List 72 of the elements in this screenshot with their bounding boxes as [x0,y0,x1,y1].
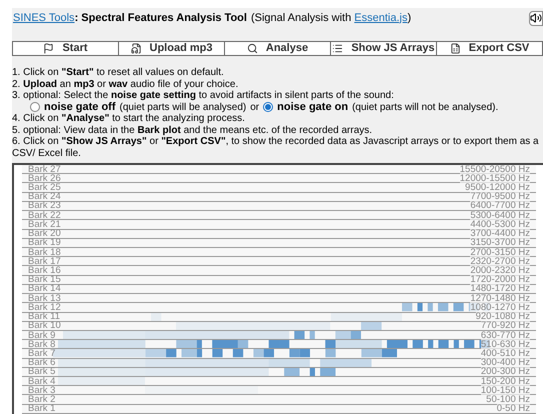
instruction-line: 6. Click on "Show JS Arrays" or "Export CSV", to show the recorded data as Javascript arrays or to export them as a CSV/ Excel file. [12,136,540,159]
bark-label: Bark 23 [28,201,61,210]
toolbar-button[interactable]: Export CSV [436,41,543,56]
bark-label: Bark 21 [28,220,61,229]
toolbar-button[interactable]: Show JS Arrays [330,41,437,56]
bark-label: Bark 18 [28,248,61,257]
frequency-range: 3700-4400 Hz [470,229,530,238]
sound-button[interactable] [529,10,543,26]
bark-label: Bark 4 [28,376,56,386]
frequency-range: 300-400 Hz [480,358,530,368]
bark-label: Bark 16 [28,266,61,276]
bark-label: Bark 8 [28,340,56,349]
bark-label: Bark 17 [28,256,61,266]
radio-label: noise gate on [277,102,348,113]
subtitle: (Signal Analysis with [250,10,352,26]
radio-button[interactable] [263,102,274,112]
upload-icon [130,43,142,54]
instruction-line: 5. optional: View data in the Bark plot and the means etc. of the recorded arrays. [12,124,374,136]
frequency-range: 15500-20500 Hz [460,164,530,174]
joiner-text: or [250,102,260,113]
bark-label: Bark 1 [28,404,56,414]
instruction-line: 3. optional: Select the noise gate setting to avoid artifacts in silent parts of the sound: [12,90,395,102]
csv-icon [450,43,461,54]
toolbar-button[interactable]: Upload mp3 [118,41,225,56]
radio-label: noise gate off [44,102,116,113]
radio-button[interactable] [30,102,40,112]
instruction-line: 1. Click on "Start" to reset all values on default. [12,67,225,78]
bark-label: Bark 12 [28,302,61,312]
bark-label: Bark 25 [28,183,61,192]
bark-label: Bark 5 [28,367,56,376]
bark-label: Bark 7 [28,348,56,358]
bark-label: Bark 13 [28,294,61,303]
bark-label: Bark 26 [28,174,61,183]
bark-label: Bark 6 [28,358,56,368]
arrays-icon [332,43,344,54]
frequency-range: 50-100 Hz [486,395,530,404]
radio-note: (quiet parts will be analysed) [120,102,246,113]
bark-label: Bark 11 [28,312,60,322]
page-title: : Spectral Features Analysis Tool [74,10,247,26]
frequency-range: 6400-7700 Hz [470,201,530,210]
site-link[interactable]: SINES Tools [13,10,75,26]
bark-label: Bark 19 [28,238,61,248]
analyse-icon [246,43,258,54]
instruction-line: 4. Click on "Analyse" to start the analyzing process. [12,113,246,124]
subtitle-end: ) [407,10,412,26]
bark-label: Bark 27 [28,164,61,174]
frequency-range: 9500-12000 Hz [465,183,530,192]
instruction-line: 2. Upload an mp3 or wav audio file of your choice. [12,78,240,90]
bark-label: Bark 15 [28,275,61,284]
bark-label: Bark 14 [28,284,61,294]
frequency-range: 0-50 Hz [496,404,530,414]
speaker-icon [530,12,542,24]
toolbar-button[interactable]: Start [12,41,119,56]
bark-label: Bark 22 [28,210,61,220]
frequency-range: 1720-2000 Hz [470,275,530,284]
frequency-range: 7700-9500 Hz [470,192,530,202]
toolbar-button[interactable]: Analyse [224,41,331,56]
frequency-range: 200-300 Hz [480,367,530,376]
frequency-range: 920-1080 Hz [476,312,530,322]
radio-note: (quiet parts will not be analysed). [352,102,498,113]
bark-label: Bark 10 [28,321,61,330]
start-icon [43,43,54,54]
library-link[interactable]: Essentia.js [354,10,408,26]
bark-label: Bark 24 [28,192,61,202]
frequency-range: 2000-2320 Hz [470,266,530,276]
bark-label: Bark 3 [28,386,56,395]
bark-label: Bark 2 [28,395,56,404]
bark-label: Bark 9 [28,330,56,340]
frequency-range: 770-920 Hz [480,321,530,330]
frequency-range: 1480-1720 Hz [470,284,530,294]
bark-label: Bark 20 [28,229,61,238]
frequency-range: 3150-3700 Hz [470,238,530,248]
